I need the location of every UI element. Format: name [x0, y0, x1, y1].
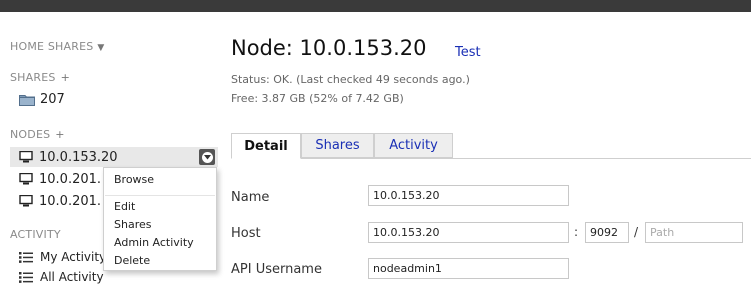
activity-header: ACTIVITY	[10, 228, 61, 241]
activity-label: All Activity	[40, 270, 104, 284]
add-node-button[interactable]: +	[55, 128, 64, 141]
computer-icon	[19, 195, 33, 207]
node-label: 10.0.201.	[39, 171, 102, 187]
nodes-header-label: NODES	[10, 128, 51, 141]
add-share-button[interactable]: +	[61, 71, 70, 84]
tab-activity[interactable]: Activity	[374, 133, 453, 158]
home-shares-menu[interactable]: HOME SHARES ▼	[10, 40, 105, 53]
activity-label: My Activity	[40, 250, 107, 264]
menu-item-delete[interactable]: Delete	[114, 254, 150, 267]
shares-header: SHARES +	[10, 71, 70, 84]
name-label: Name	[231, 190, 270, 205]
tab-detail[interactable]: Detail	[231, 133, 301, 159]
computer-icon	[19, 173, 33, 185]
name-field[interactable]	[368, 185, 569, 206]
nodes-header: NODES +	[10, 128, 65, 141]
menu-item-browse[interactable]: Browse	[114, 173, 154, 186]
share-label: 207	[40, 92, 65, 107]
top-bar	[0, 0, 751, 12]
host-port-separator: :	[574, 225, 579, 239]
share-item-207[interactable]: 207	[19, 92, 65, 107]
path-field[interactable]	[645, 222, 743, 243]
page-title: Node: 10.0.153.20	[231, 36, 427, 60]
status-text: Status: OK. (Last checked 49 seconds ago…	[231, 73, 470, 86]
menu-item-admin-activity[interactable]: Admin Activity	[114, 236, 194, 249]
node-context-menu: Browse Edit Shares Admin Activity Delete	[103, 167, 217, 271]
node-label: 10.0.201.	[39, 193, 102, 209]
menu-item-edit[interactable]: Edit	[114, 200, 135, 213]
api-username-field[interactable]	[368, 258, 569, 279]
activity-header-label: ACTIVITY	[10, 228, 61, 241]
host-field[interactable]	[368, 222, 569, 243]
api-username-label: API Username	[231, 262, 322, 277]
list-icon	[19, 271, 33, 283]
tabs-divider	[231, 158, 751, 159]
sidebar-item-my-activity[interactable]: My Activity	[19, 250, 106, 264]
sidebar-node-item[interactable]: 10.0.153.20	[10, 147, 218, 167]
tab-shares[interactable]: Shares	[301, 133, 374, 158]
port-field[interactable]	[585, 222, 629, 243]
list-icon	[19, 251, 33, 263]
menu-item-shares[interactable]: Shares	[114, 218, 151, 231]
folder-icon	[19, 95, 35, 106]
home-shares-label: HOME SHARES	[10, 40, 94, 53]
node-label: 10.0.153.20	[39, 149, 118, 165]
test-link[interactable]: Test	[455, 45, 481, 60]
port-path-separator: /	[634, 225, 639, 239]
caret-down-icon: ▼	[97, 43, 105, 53]
menu-separator	[105, 195, 215, 196]
free-space-text: Free: 3.87 GB (52% of 7.42 GB)	[231, 92, 404, 105]
host-label: Host	[231, 226, 261, 241]
shares-header-label: SHARES	[10, 71, 56, 84]
sidebar-item-all-activity[interactable]: All Activity	[19, 270, 104, 284]
node-options-button[interactable]	[199, 149, 215, 165]
chevron-down-icon	[201, 151, 213, 163]
computer-icon	[19, 151, 33, 163]
